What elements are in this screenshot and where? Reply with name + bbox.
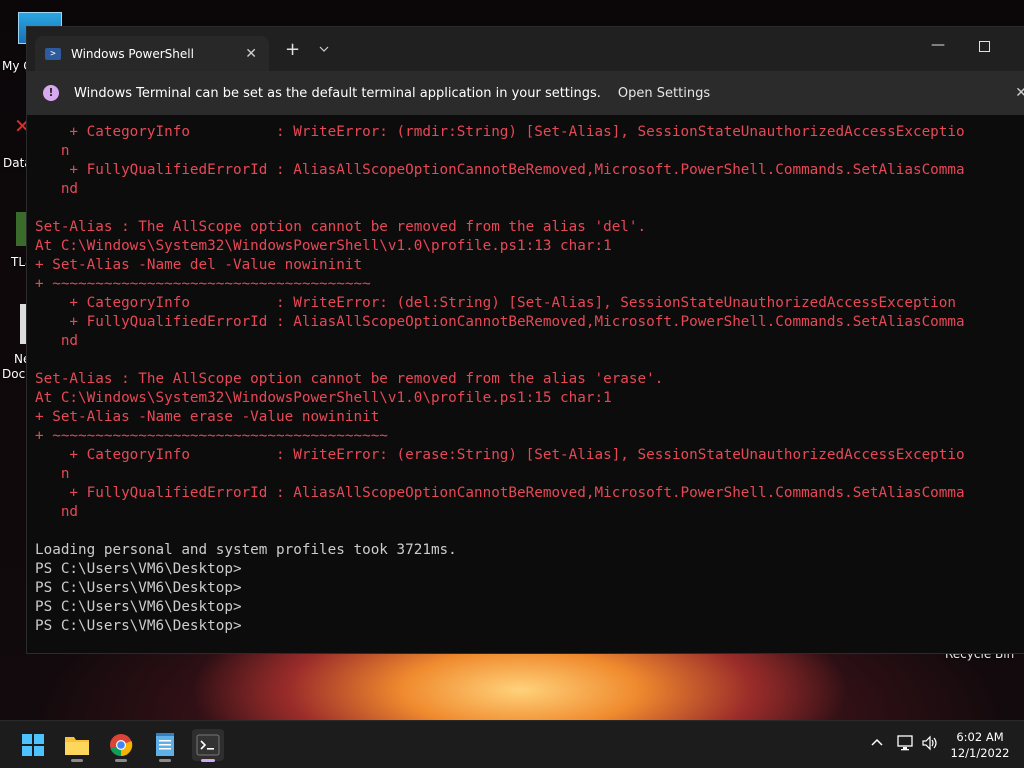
console-line: + ~~~~~~~~~~~~~~~~~~~~~~~~~~~~~~~~~~~~~ bbox=[35, 276, 371, 292]
network-icon[interactable] bbox=[897, 735, 915, 755]
console-line: Set-Alias : The AllScope option cannot b… bbox=[35, 371, 664, 387]
console-line: Loading personal and system profiles too… bbox=[35, 542, 457, 558]
powershell-icon: > bbox=[45, 47, 61, 60]
chrome-button[interactable] bbox=[105, 729, 137, 762]
file-explorer-button[interactable] bbox=[61, 729, 93, 762]
infobar-message: Windows Terminal can be set as the defau… bbox=[74, 85, 601, 101]
running-indicator bbox=[115, 759, 127, 762]
console-line: + ~~~~~~~~~~~~~~~~~~~~~~~~~~~~~~~~~~~~~~… bbox=[35, 428, 388, 444]
console-line: PS C:\Users\VM6\Desktop> bbox=[35, 561, 242, 577]
console-line: PS C:\Users\VM6\Desktop> bbox=[35, 618, 242, 634]
title-bar[interactable]: > Windows PowerShell ✕ + — bbox=[27, 27, 1024, 71]
terminal-icon bbox=[196, 734, 220, 756]
chrome-icon bbox=[110, 734, 133, 757]
running-indicator bbox=[71, 759, 83, 762]
console-line: n bbox=[35, 143, 70, 159]
clock[interactable]: 6:02 AM 12/1/2022 bbox=[950, 729, 1010, 761]
console-line: + FullyQualifiedErrorId : AliasAllScopeO… bbox=[35, 314, 965, 330]
clock-date: 12/1/2022 bbox=[950, 746, 1010, 760]
console-line: nd bbox=[35, 181, 79, 197]
console-line: nd bbox=[35, 333, 79, 349]
open-settings-link[interactable]: Open Settings bbox=[618, 86, 710, 101]
console-line: + FullyQualifiedErrorId : AliasAllScopeO… bbox=[35, 485, 965, 501]
new-tab-button[interactable]: + bbox=[285, 39, 300, 60]
console-line: nd bbox=[35, 504, 79, 520]
console-line: n bbox=[35, 466, 70, 482]
chevron-down-icon[interactable] bbox=[319, 42, 329, 55]
console-line: + CategoryInfo : WriteError: (del:String… bbox=[35, 295, 956, 311]
maximize-button[interactable] bbox=[979, 41, 990, 52]
notepad-icon bbox=[156, 733, 174, 756]
chevron-up-icon[interactable] bbox=[870, 735, 884, 751]
volume-icon[interactable] bbox=[921, 735, 939, 755]
console-line: PS C:\Users\VM6\Desktop> bbox=[35, 599, 242, 615]
infobar-close-button[interactable]: ✕ bbox=[1015, 85, 1024, 101]
start-icon bbox=[22, 734, 44, 756]
clock-time: 6:02 AM bbox=[956, 730, 1004, 744]
console-line: + CategoryInfo : WriteError: (rmdir:Stri… bbox=[35, 124, 965, 140]
console-line: At C:\Windows\System32\WindowsPowerShell… bbox=[35, 390, 612, 406]
taskbar: 6:02 AM 12/1/2022 bbox=[0, 720, 1024, 768]
terminal-taskbar-button[interactable] bbox=[192, 729, 224, 762]
file-explorer-icon bbox=[65, 737, 89, 755]
start-button[interactable] bbox=[17, 729, 49, 761]
console-line: Set-Alias : The AllScope option cannot b… bbox=[35, 219, 647, 235]
console-line: + FullyQualifiedErrorId : AliasAllScopeO… bbox=[35, 162, 965, 178]
tab-title: Windows PowerShell bbox=[71, 46, 194, 61]
info-icon: ! bbox=[43, 85, 59, 101]
active-indicator bbox=[201, 759, 215, 762]
console-line: + Set-Alias -Name erase -Value nowininit bbox=[35, 409, 380, 425]
console-line: + CategoryInfo : WriteError: (erase:Stri… bbox=[35, 447, 965, 463]
default-terminal-infobar: ! Windows Terminal can be set as the def… bbox=[27, 71, 1024, 115]
tab-windows-powershell[interactable]: > Windows PowerShell ✕ bbox=[35, 36, 269, 71]
tab-close-button[interactable]: ✕ bbox=[245, 46, 257, 62]
console-line: At C:\Windows\System32\WindowsPowerShell… bbox=[35, 238, 612, 254]
running-indicator bbox=[159, 759, 171, 762]
notepad-button[interactable] bbox=[149, 729, 181, 762]
minimize-button[interactable]: — bbox=[931, 37, 945, 53]
terminal-window[interactable]: > Windows PowerShell ✕ + — ! Windows Ter… bbox=[26, 26, 1024, 654]
console-output[interactable]: + CategoryInfo : WriteError: (rmdir:Stri… bbox=[35, 123, 1021, 636]
console-line: PS C:\Users\VM6\Desktop> bbox=[35, 580, 242, 596]
console-line: + Set-Alias -Name del -Value nowininit bbox=[35, 257, 363, 273]
